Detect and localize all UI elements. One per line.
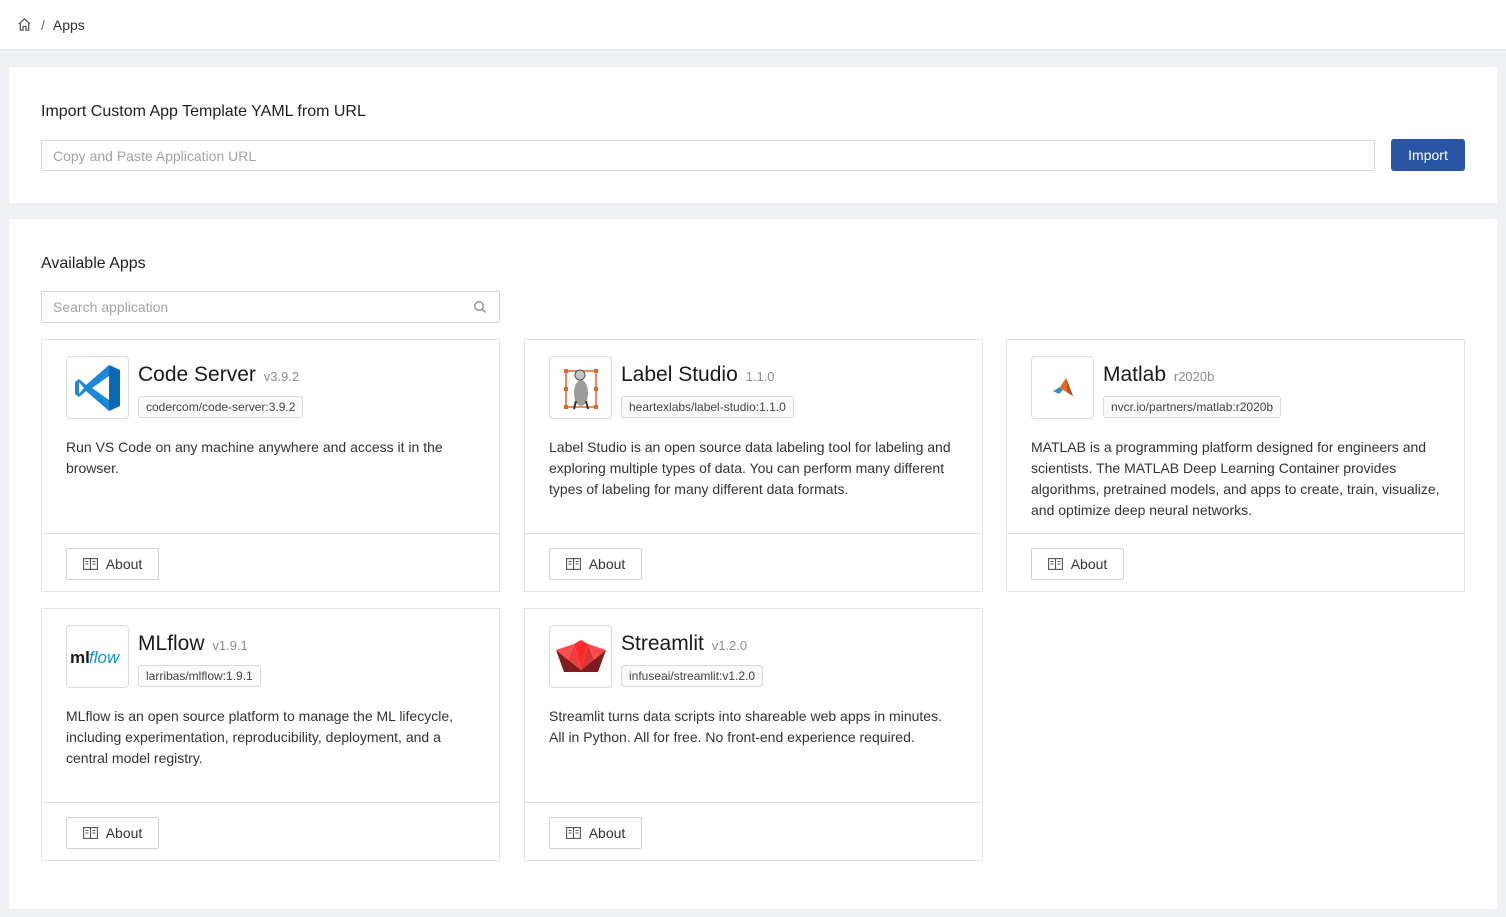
app-description: MLflow is an open source platform to man… xyxy=(66,708,454,766)
import-panel: Import Custom App Template YAML from URL… xyxy=(9,67,1497,203)
app-name-text: Streamlit xyxy=(621,632,704,655)
app-description: Label Studio is an open source data labe… xyxy=(549,439,951,497)
app-card-code-server: Code Server v3.9.2 codercom/code-server:… xyxy=(41,339,500,592)
about-button[interactable]: About xyxy=(1031,548,1124,580)
app-name-text: Matlab xyxy=(1103,363,1167,386)
book-icon xyxy=(1047,558,1063,570)
book-icon xyxy=(565,827,581,839)
card-footer: About xyxy=(1007,533,1464,592)
mlflow-logo-icon: ml flow xyxy=(66,625,129,688)
card-footer: About xyxy=(42,533,499,592)
svg-text:ml: ml xyxy=(70,648,90,667)
about-button[interactable]: About xyxy=(66,548,159,580)
about-label: About xyxy=(105,556,143,572)
app-image-tag: infuseai/streamlit:v1.2.0 xyxy=(621,665,764,687)
url-input[interactable] xyxy=(41,140,1375,171)
app-description: Streamlit turns data scripts into sharea… xyxy=(549,708,942,745)
app-image-tag: larribas/mlflow:1.9.1 xyxy=(138,665,261,687)
about-button[interactable]: About xyxy=(549,817,642,849)
about-label: About xyxy=(588,556,626,572)
app-name: Label Studio 1.1.0 xyxy=(621,363,775,387)
vscode-logo-icon xyxy=(66,356,129,419)
app-version: 1.1.0 xyxy=(745,369,775,384)
app-version: r2020b xyxy=(1173,369,1215,384)
streamlit-logo-icon xyxy=(549,625,612,688)
about-label: About xyxy=(588,825,626,841)
about-button[interactable]: About xyxy=(549,548,642,580)
card-footer: About xyxy=(42,802,499,861)
breadcrumb-separator: / xyxy=(41,16,45,33)
app-image-tag: codercom/code-server:3.9.2 xyxy=(138,396,304,418)
app-description: Run VS Code on any machine anywhere and … xyxy=(66,439,443,476)
app-version: v1.2.0 xyxy=(711,638,748,653)
book-icon xyxy=(82,827,98,839)
about-button[interactable]: About xyxy=(66,817,159,849)
app-name-text: MLflow xyxy=(138,632,205,655)
import-button[interactable]: Import xyxy=(1391,139,1465,171)
matlab-logo-icon xyxy=(1031,356,1094,419)
search-input[interactable] xyxy=(42,292,484,322)
apps-title: Available Apps xyxy=(41,255,146,272)
about-label: About xyxy=(105,825,143,841)
app-name: Code Server v3.9.2 xyxy=(138,363,299,387)
card-footer: About xyxy=(525,533,982,592)
svg-text:flow: flow xyxy=(89,648,121,667)
app-name: Streamlit v1.2.0 xyxy=(621,632,747,656)
breadcrumb: / Apps xyxy=(0,0,1506,50)
app-image-tag: nvcr.io/partners/matlab:r2020b xyxy=(1103,396,1282,418)
app-name-text: Code Server xyxy=(138,363,256,386)
search-field xyxy=(41,291,500,323)
card-footer: About xyxy=(525,802,982,861)
app-card-label-studio: Label Studio 1.1.0 heartexlabs/label-stu… xyxy=(524,339,983,592)
app-version: v1.9.1 xyxy=(212,638,248,653)
app-card-matlab: Matlab r2020b nvcr.io/partners/matlab:r2… xyxy=(1006,339,1465,592)
app-name-text: Label Studio xyxy=(621,363,738,386)
app-card-mlflow: ml flow MLflow v1.9.1 larribas/mlflow:1.… xyxy=(41,608,500,861)
apps-panel: Available Apps Code Server v3.9.2 coderc… xyxy=(9,219,1497,909)
app-version: v3.9.2 xyxy=(263,369,300,384)
search-icon[interactable] xyxy=(473,300,487,314)
about-label: About xyxy=(1070,556,1108,572)
import-title: Import Custom App Template YAML from URL xyxy=(41,103,366,120)
book-icon xyxy=(565,558,581,570)
app-name: Matlab r2020b xyxy=(1103,363,1214,387)
home-icon[interactable] xyxy=(17,17,32,32)
app-description: MATLAB is a programming platform designe… xyxy=(1031,439,1440,518)
book-icon xyxy=(82,558,98,570)
app-name: MLflow v1.9.1 xyxy=(138,632,248,656)
app-card-streamlit: Streamlit v1.2.0 infuseai/streamlit:v1.2… xyxy=(524,608,983,861)
label-studio-logo-icon xyxy=(549,356,612,419)
breadcrumb-current: Apps xyxy=(52,16,85,33)
app-image-tag: heartexlabs/label-studio:1.1.0 xyxy=(621,396,794,418)
